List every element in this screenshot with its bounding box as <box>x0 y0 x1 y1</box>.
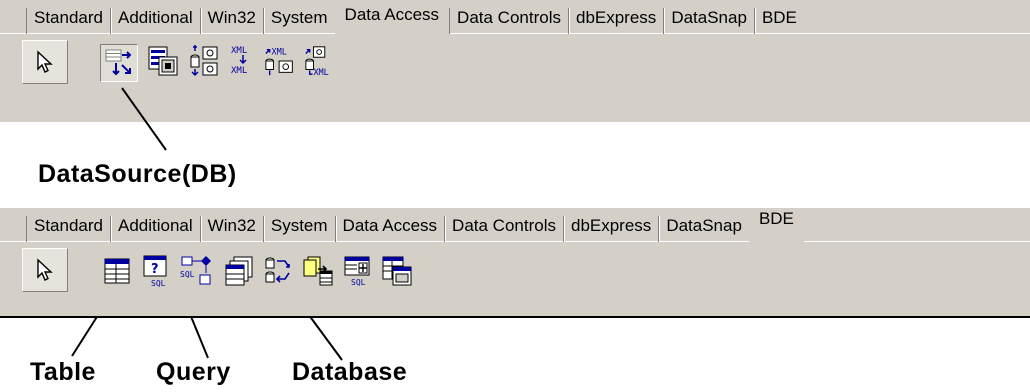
component-palette-top: Standard Additional Win32 System Data Ac… <box>0 0 1030 122</box>
tab-datasnap[interactable]: DataSnap <box>659 216 749 242</box>
tab-standard[interactable]: Standard <box>26 8 111 34</box>
tab-win32[interactable]: Win32 <box>201 216 264 242</box>
pointer-tool-button[interactable] <box>22 40 68 84</box>
query-icon: ? SQL <box>143 255 167 287</box>
svg-text:XML: XML <box>231 46 247 56</box>
tab-bde[interactable]: BDE <box>748 209 804 243</box>
pointer-tool-button[interactable] <box>22 248 68 292</box>
batch-move-component-button[interactable] <box>302 254 336 288</box>
xml-transform-provider-component-button[interactable]: XML <box>264 44 298 78</box>
database-icon <box>225 256 253 286</box>
dataset-provider-icon <box>190 45 218 77</box>
callout-table: Table <box>30 358 96 386</box>
svg-text:SQL: SQL <box>351 278 366 287</box>
nested-table-icon <box>382 256 412 286</box>
cursor-arrow-icon <box>37 50 53 73</box>
palette-bottom-border <box>0 316 1030 318</box>
component-toolbar: ? SQL SQL SQL <box>0 244 1030 304</box>
stored-proc-component-button[interactable]: SQL <box>180 254 214 288</box>
tab-system[interactable]: System <box>264 216 336 242</box>
tab-dbexpress[interactable]: dbExpress <box>569 8 665 34</box>
svg-text:XML: XML <box>272 47 287 57</box>
callout-datasource: DataSource(DB) <box>38 160 237 188</box>
table-icon <box>104 258 130 284</box>
svg-text:?: ? <box>151 262 159 277</box>
component-toolbar: XML XML XML XML <box>0 36 1030 96</box>
svg-text:XML: XML <box>313 68 328 77</box>
xml-transform-client-icon: XML <box>305 46 329 77</box>
session-component-button[interactable] <box>262 254 296 288</box>
query-component-button[interactable]: ? SQL <box>140 254 174 288</box>
svg-text:SQL: SQL <box>180 270 195 279</box>
batch-move-icon <box>303 256 333 286</box>
session-icon <box>265 257 290 283</box>
database-component-button[interactable] <box>222 254 256 288</box>
xml-transform-provider-icon: XML <box>265 47 293 76</box>
stored-proc-icon: SQL <box>180 256 211 285</box>
tab-system[interactable]: System <box>264 8 335 34</box>
datasource-component-button[interactable] <box>100 44 138 82</box>
svg-text:SQL: SQL <box>151 279 166 287</box>
palette-tabstrip: Standard Additional Win32 System Data Ac… <box>0 0 1030 35</box>
callout-database: Database <box>292 358 408 386</box>
tab-additional[interactable]: Additional <box>111 216 201 242</box>
nested-table-component-button[interactable] <box>380 254 414 288</box>
update-sql-icon: SQL <box>344 256 370 287</box>
xml-transform-component-button[interactable]: XML XML <box>226 44 260 78</box>
clientdataset-component-button[interactable] <box>146 44 180 78</box>
tab-standard[interactable]: Standard <box>26 216 111 242</box>
tab-dbexpress[interactable]: dbExpress <box>564 216 660 242</box>
tab-additional[interactable]: Additional <box>111 8 201 34</box>
table-component-button[interactable] <box>100 254 134 288</box>
tab-data-controls[interactable]: Data Controls <box>445 216 564 242</box>
callout-query: Query <box>156 358 231 386</box>
tab-data-access[interactable]: Data Access <box>336 216 446 242</box>
dataset-provider-component-button[interactable] <box>188 44 222 78</box>
tab-win32[interactable]: Win32 <box>201 8 264 34</box>
tab-bde[interactable]: BDE <box>755 8 804 34</box>
cursor-arrow-icon <box>37 258 53 281</box>
clientdataset-icon <box>148 46 178 76</box>
component-palette-bottom: Standard Additional Win32 System Data Ac… <box>0 208 1030 318</box>
datasource-icon <box>105 49 132 76</box>
tab-data-access[interactable]: Data Access <box>334 5 450 35</box>
update-sql-component-button[interactable]: SQL <box>342 254 376 288</box>
svg-text:XML: XML <box>231 66 247 76</box>
xml-transform-client-component-button[interactable]: XML <box>304 44 338 78</box>
tab-data-controls[interactable]: Data Controls <box>449 8 569 34</box>
tab-datasnap[interactable]: DataSnap <box>664 8 755 34</box>
palette-tabstrip: Standard Additional Win32 System Data Ac… <box>0 208 1030 243</box>
xml-transform-icon: XML XML <box>231 46 247 76</box>
